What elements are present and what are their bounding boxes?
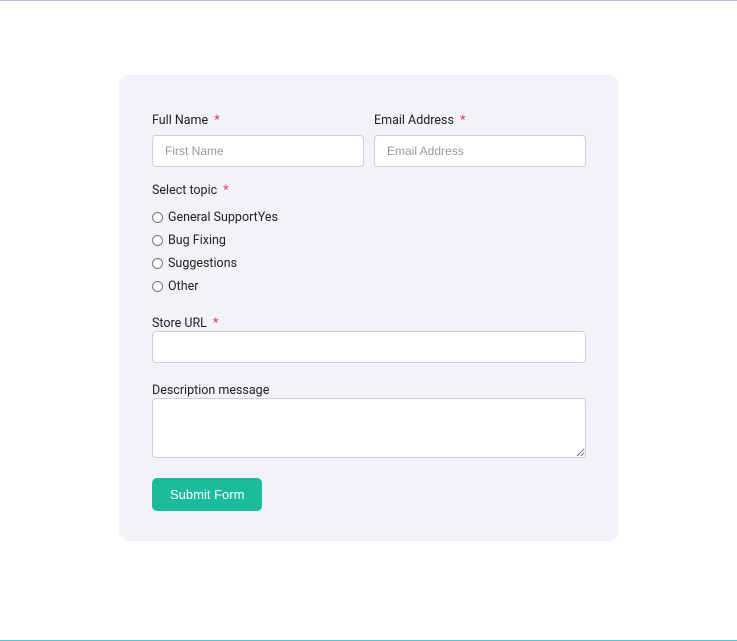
- submit-button[interactable]: Submit Form: [152, 478, 262, 511]
- required-asterisk: *: [214, 113, 219, 128]
- topic-radio-other[interactable]: [152, 281, 163, 292]
- topic-field: Select topic * General SupportYes Bug Fi…: [152, 183, 586, 294]
- email-label: Email Address *: [374, 113, 586, 128]
- topic-option-label: Suggestions: [168, 256, 237, 271]
- description-textarea[interactable]: [152, 398, 586, 458]
- store-url-field: Store URL *: [152, 312, 586, 363]
- full-name-field: Full Name *: [152, 113, 364, 167]
- topic-radio-general[interactable]: [152, 212, 163, 223]
- topic-label: Select topic *: [152, 183, 586, 198]
- topic-option-other: Other: [152, 279, 586, 294]
- topic-option-bug: Bug Fixing: [152, 233, 586, 248]
- required-asterisk: *: [213, 316, 218, 331]
- description-label: Description message: [152, 383, 269, 398]
- store-url-input[interactable]: [152, 331, 586, 363]
- topic-radio-suggestions[interactable]: [152, 258, 163, 269]
- full-name-label: Full Name *: [152, 113, 364, 128]
- form-card: Full Name * Email Address * Select topic…: [119, 75, 619, 541]
- topic-option-label: Bug Fixing: [168, 233, 226, 248]
- required-asterisk: *: [460, 113, 465, 128]
- description-label-text: Description message: [152, 383, 269, 398]
- email-field: Email Address *: [374, 113, 586, 167]
- email-input[interactable]: [374, 135, 586, 167]
- store-url-label: Store URL *: [152, 316, 218, 331]
- store-url-label-text: Store URL: [152, 316, 207, 331]
- topic-radio-bug[interactable]: [152, 235, 163, 246]
- required-asterisk: *: [223, 183, 228, 198]
- topic-option-label: General SupportYes: [168, 210, 278, 225]
- full-name-input[interactable]: [152, 135, 364, 167]
- email-label-text: Email Address: [374, 113, 454, 128]
- topic-label-text: Select topic: [152, 183, 217, 198]
- topic-option-general: General SupportYes: [152, 210, 586, 225]
- topic-option-label: Other: [168, 279, 198, 294]
- full-name-label-text: Full Name: [152, 113, 208, 128]
- description-field: Description message: [152, 379, 586, 462]
- topic-option-suggestions: Suggestions: [152, 256, 586, 271]
- name-email-row: Full Name * Email Address *: [152, 113, 586, 167]
